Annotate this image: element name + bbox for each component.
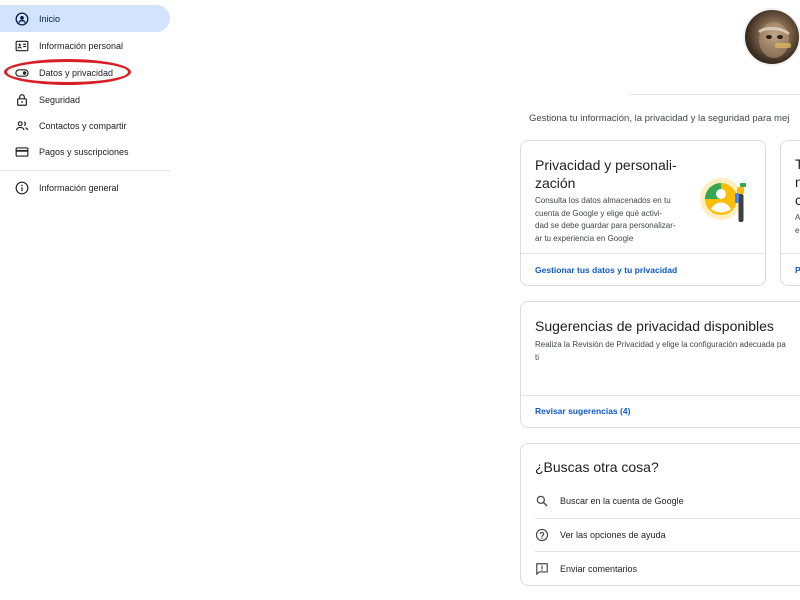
sidebar-item-pagos[interactable]: Pagos y suscripciones [0,138,170,165]
suggestions-card-title: Sugerencias de privacidad disponibles [535,318,774,334]
search-row-label: Buscar en la cuenta de Google [560,495,684,506]
peek-desc-char: A [795,213,800,222]
suggestions-desc-line: Realiza la Revisión de Privacidad y elig… [535,340,786,349]
info-icon [15,181,29,195]
security-card-partial: T n c A e P [780,140,800,286]
feedback-row-label: Enviar comentarios [560,563,638,574]
peek-desc-char: e [795,226,800,235]
search-icon [535,494,549,508]
sidebar-item-datos-privacidad[interactable]: Datos y privacidad [0,59,170,86]
help-row-label: Ver las opciones de ayuda [560,529,666,540]
sidebar: Inicio Información personal Datos y priv… [0,0,172,600]
suggestions-card-description: Realiza la Revisión de Privacidad y elig… [535,339,786,364]
people-icon [15,119,29,133]
privacy-card-title-line: Privacidad y personali- [535,157,677,173]
sidebar-item-label: Seguridad [39,94,81,105]
suggestions-desc-line: ti [535,352,539,362]
sidebar-item-seguridad[interactable]: Seguridad [0,86,170,113]
credit-card-icon [15,145,29,159]
privacy-illustration-icon [700,178,746,222]
help-icon [535,528,549,542]
sidebar-item-inicio[interactable]: Inicio [0,5,170,32]
account-circle-icon [15,12,29,26]
privacy-card-desc-line: ar tu experiencia en Google [535,233,634,243]
help-options-row[interactable]: Ver las opciones de ayuda [521,518,800,551]
other-options-title: ¿Buscas otra cosa? [535,459,659,475]
review-suggestions-link[interactable]: Revisar sugerencias (4) [535,406,630,416]
header-divider [630,94,800,95]
peek-title-char: T [795,156,800,172]
lock-icon [15,93,29,107]
suggestions-card-divider [521,395,800,396]
other-options-card: ¿Buscas otra cosa? Buscar en la cuenta d… [520,443,800,586]
sidebar-item-label: Pagos y suscripciones [39,146,129,157]
feedback-icon [535,562,549,576]
avatar[interactable] [743,8,800,66]
sidebar-item-label: Información general [39,182,119,193]
peek-card-link[interactable]: P [795,265,800,275]
send-feedback-row[interactable]: Enviar comentarios [521,552,800,585]
avatar-photo [758,22,791,58]
privacy-card-title: Privacidad y personali- zación [535,156,677,192]
id-card-icon [15,39,29,53]
sidebar-item-label: Inicio [39,13,61,24]
sidebar-item-informacion-general[interactable]: Información general [0,174,170,201]
peek-card-divider [781,253,800,254]
sidebar-item-informacion-personal[interactable]: Información personal [0,32,170,59]
sidebar-item-label: Datos y privacidad [39,67,114,78]
privacy-card-description: Consulta los datos almacenados en tu cue… [535,195,695,245]
page-intro: Gestiona tu información, la privacidad y… [529,113,790,124]
privacy-card: Privacidad y personali- zación Consulta … [520,140,766,286]
sidebar-item-label: Contactos y compartir [39,120,127,131]
privacy-card-desc-line: cuenta de Google y elige qué activi- [535,208,663,218]
privacy-card-desc-line: dad se debe guardar para personalizar- [535,221,676,230]
search-google-account-row[interactable]: Buscar en la cuenta de Google [521,484,800,517]
sidebar-divider [0,170,170,171]
manage-data-privacy-link[interactable]: Gestionar tus datos y tu privacidad [535,265,677,275]
sidebar-item-label: Información personal [39,40,124,51]
privacy-suggestions-card: Sugerencias de privacidad disponibles Re… [520,301,800,428]
privacy-card-divider [521,253,765,254]
toggle-icon [15,66,29,80]
privacy-card-desc-line: Consulta los datos almacenados en tu [535,196,671,205]
privacy-card-title-line: zación [535,175,576,191]
peek-title-char: c [795,192,800,208]
sidebar-item-contactos[interactable]: Contactos y compartir [0,112,170,139]
peek-title-char: n [795,174,800,190]
